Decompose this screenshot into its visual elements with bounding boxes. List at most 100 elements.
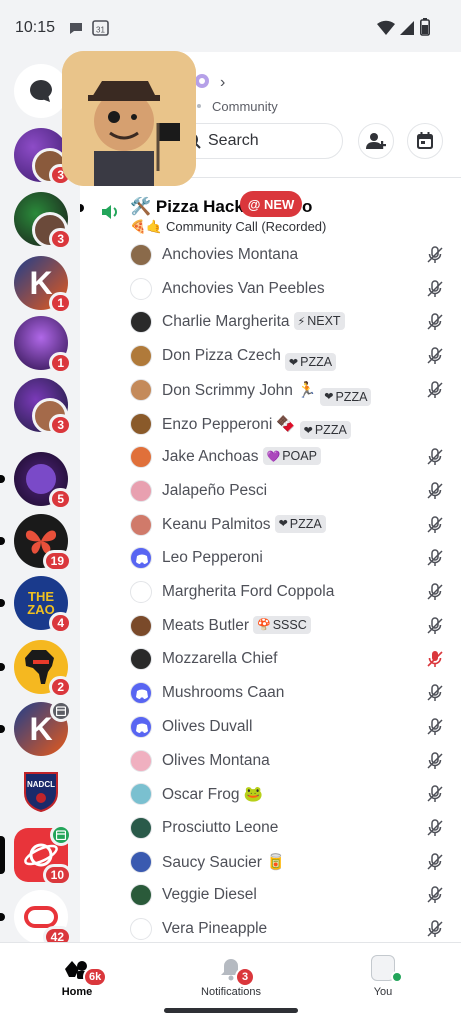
muted-mic-icon xyxy=(426,515,444,539)
nadcl-shield-icon: NADCL xyxy=(24,772,58,813)
server-icon-k-event[interactable]: K xyxy=(0,700,72,756)
voice-member-row[interactable]: Charlie Margherita ⚡ NEXT xyxy=(128,307,448,337)
muted-mic-icon xyxy=(426,246,444,269)
member-name: Olives Duvall xyxy=(162,718,252,736)
member-server-tag[interactable]: ⚡ NEXT xyxy=(293,312,345,331)
server-name-chevron[interactable]: › xyxy=(220,74,225,92)
member-name-text: Mozzarella Chief xyxy=(162,650,278,668)
member-name-text: Vera Pineapple xyxy=(162,920,268,937)
calendar-notification-icon: 31 xyxy=(92,19,109,41)
status-time: 10:15 xyxy=(15,19,56,36)
voice-member-row[interactable]: Keanu Palmitos ❤ PZZA xyxy=(128,510,448,540)
server-icon-2[interactable]: 3 xyxy=(14,192,72,250)
server-icon-planet[interactable]: 10 xyxy=(0,824,72,886)
muted-mic-icon xyxy=(426,482,444,505)
voice-member-row[interactable]: Prosciutto Leone xyxy=(128,813,448,843)
member-avatar xyxy=(130,816,152,839)
unread-count-badge: 5 xyxy=(49,488,72,510)
server-icon-5[interactable]: 3 xyxy=(14,378,72,436)
member-avatar xyxy=(130,648,152,671)
member-status-emoji: 🍫 xyxy=(276,415,296,433)
server-icon-3[interactable]: K 1 xyxy=(14,256,72,314)
muted-mic-icon xyxy=(426,279,444,303)
invite-members-button[interactable] xyxy=(358,123,394,159)
voice-member-row[interactable]: Veggie Diesel xyxy=(128,880,448,910)
member-name: Vera Pineapple xyxy=(162,920,267,938)
member-avatar xyxy=(130,884,152,907)
voice-member-row[interactable]: Anchovies Montana xyxy=(128,240,448,270)
voice-member-row[interactable]: Don Scrimmy John 🏃 ❤ PZZA xyxy=(128,375,448,406)
member-name: Olives Montana xyxy=(162,752,270,770)
tag-label: NEXT xyxy=(307,314,341,329)
nav-notifications[interactable]: 3 Notifications xyxy=(171,953,291,1003)
server-icon-7[interactable]: 19 xyxy=(0,514,72,572)
member-name: Saucy Saucier 🥫 xyxy=(162,853,285,872)
voice-member-row[interactable]: Vera Pineapple xyxy=(128,914,448,944)
server-icon-africa[interactable]: 2 xyxy=(0,640,72,698)
voice-member-row[interactable]: Olives Duvall xyxy=(128,712,448,742)
svg-text:31: 31 xyxy=(96,26,105,35)
unread-count-badge: 3 xyxy=(49,414,72,436)
status-bar: 10:15 31 xyxy=(0,0,461,52)
server-icon-1[interactable]: 3 xyxy=(14,128,72,186)
tag-label: POAP xyxy=(282,449,317,464)
voice-member-row[interactable]: Saucy Saucier 🥫 xyxy=(128,847,448,877)
unread-indicator xyxy=(0,663,5,671)
wifi-icon xyxy=(377,20,395,41)
online-status-indicator xyxy=(391,971,403,983)
member-name-text: Margherita Ford Coppola xyxy=(162,583,335,600)
voice-member-row[interactable]: Enzo Pepperoni 🍫 ❤ PZZA xyxy=(128,409,448,440)
member-avatar xyxy=(130,783,152,806)
tag-label: PZZA xyxy=(300,355,333,370)
voice-member-row[interactable]: Anchovies Van Peebles xyxy=(128,274,448,304)
voice-member-row[interactable]: Don Pizza Czech ❤ PZZA xyxy=(128,341,448,372)
member-avatar xyxy=(130,749,152,772)
voice-member-row[interactable]: Jake Anchoas 💜 POAP xyxy=(128,442,448,472)
tag-icon: ❤ xyxy=(278,518,288,531)
muted-mic-icon xyxy=(426,718,444,741)
new-mentions-badge[interactable]: @ NEW xyxy=(240,191,302,217)
server-icon-last[interactable]: 42 xyxy=(0,890,72,948)
member-server-tag[interactable]: ❤ PZZA xyxy=(299,421,351,440)
nav-home[interactable]: 6k Home xyxy=(17,953,137,1003)
search-bar[interactable]: Search xyxy=(175,123,343,159)
member-server-tag[interactable]: 🍄 SSSC xyxy=(253,615,311,634)
discord-default-avatar-icon xyxy=(130,547,152,570)
server-icon-4[interactable]: 1 xyxy=(14,316,72,374)
member-name-text: Jalapeño Pesci xyxy=(162,481,268,499)
member-avatar xyxy=(130,277,152,300)
unread-indicator xyxy=(0,537,5,545)
voice-member-row[interactable]: Jalapeño Pesci xyxy=(128,476,448,506)
voice-member-row[interactable]: Olives Montana xyxy=(128,746,448,776)
muted-mic-icon xyxy=(426,616,444,640)
voice-member-row[interactable]: Mushrooms Caan xyxy=(128,678,448,708)
gesture-handle xyxy=(164,1008,298,1013)
member-server-tag[interactable]: ❤ PZZA xyxy=(274,514,326,533)
direct-messages-button[interactable] xyxy=(14,64,68,118)
voice-member-row[interactable]: Leo Pepperoni xyxy=(128,543,448,573)
unread-indicator xyxy=(0,913,5,921)
member-name: Margherita Ford Coppola xyxy=(162,583,334,601)
member-server-tag[interactable]: ❤ PZZA xyxy=(284,353,337,372)
events-button[interactable] xyxy=(407,123,443,159)
tag-label: PZZA xyxy=(335,389,368,404)
tag-label: SSSC xyxy=(272,617,307,632)
member-avatar xyxy=(130,614,152,637)
server-icon-6[interactable]: 5 xyxy=(0,452,72,510)
event-calendar-icon xyxy=(50,824,72,846)
voice-member-row[interactable]: Meats Butler 🍄 SSSC xyxy=(128,611,448,641)
member-name-text: Mushrooms Caan xyxy=(162,684,285,702)
voice-member-row[interactable]: Margherita Ford Coppola xyxy=(128,577,448,607)
server-icon-zao[interactable]: THE ZAO 4 xyxy=(0,576,72,634)
voice-member-row[interactable]: Mozzarella Chief xyxy=(128,644,448,674)
member-name-text: Oscar Frog xyxy=(162,786,240,804)
nav-you[interactable]: You xyxy=(323,953,443,1003)
member-server-tag[interactable]: ❤ PZZA xyxy=(320,387,372,406)
member-server-tag[interactable]: 💜 POAP xyxy=(262,447,321,466)
server-icon-nadcl[interactable]: NADCL xyxy=(14,764,68,818)
muted-mic-icon xyxy=(426,583,444,606)
unread-indicator xyxy=(0,725,5,733)
member-avatar xyxy=(130,446,152,469)
voice-member-row[interactable]: Oscar Frog 🐸 xyxy=(128,779,448,809)
member-avatar xyxy=(130,581,152,603)
